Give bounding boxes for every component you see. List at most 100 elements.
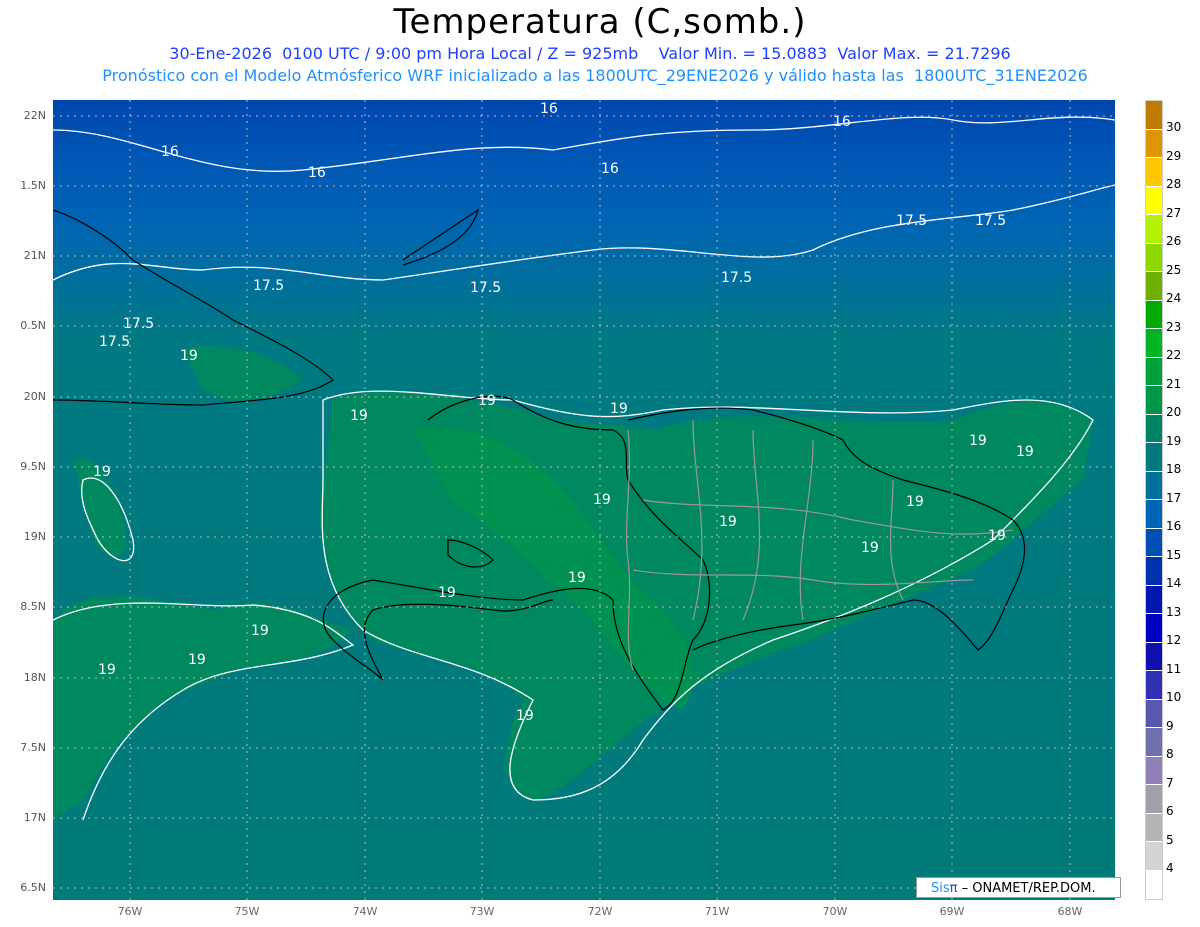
model-info: Pronóstico con el Modelo Atmósferico WRF… (102, 66, 1088, 85)
lon-label: 69W (939, 905, 965, 918)
color-scale-label: 28 (1166, 177, 1182, 191)
color-scale-label: 18 (1166, 462, 1182, 476)
credit-logo-sis: Sis (931, 881, 950, 896)
color-scale-box (1146, 186, 1162, 215)
contour-label: 19 (350, 408, 368, 424)
color-scale-box (1146, 129, 1162, 158)
contour-label: 17.5 (896, 213, 927, 229)
lat-label: 9.5N (20, 460, 46, 473)
color-scale-box (1146, 386, 1162, 415)
contour-label: 19 (969, 433, 987, 449)
color-scale-label: 9 (1166, 718, 1174, 733)
contour-label: 19 (593, 492, 611, 508)
contour-label: 19 (251, 623, 269, 639)
color-scale-box (1146, 557, 1162, 586)
color-scale-box (1146, 528, 1162, 557)
color-scale-box (1146, 500, 1162, 529)
temperature-map: 16 16 16 16 16 17.5 17.5 17.5 17.5 17.5 … (53, 100, 1115, 900)
contour-label: 19 (188, 652, 206, 668)
color-scale-label: 13 (1166, 604, 1182, 619)
color-scale-box (1146, 357, 1162, 386)
color-scale-box (1146, 728, 1162, 757)
color-scale-box (1146, 671, 1162, 700)
lat-label: 7.5N (20, 741, 46, 754)
contour-label: 17.5 (975, 213, 1006, 229)
contour-label: 19 (1016, 444, 1034, 460)
color-scale-label: 12 (1166, 633, 1182, 647)
color-scale-box (1146, 300, 1162, 329)
contour-label: 17.5 (470, 280, 501, 296)
color-scale-box (1146, 614, 1162, 643)
lat-label: 22N (23, 109, 46, 122)
lon-label: 71W (704, 905, 730, 918)
color-scale-label: 17 (1166, 490, 1182, 505)
color-scale-box (1146, 215, 1162, 244)
color-scale-label: 27 (1166, 205, 1182, 220)
contour-label: 16 (601, 161, 619, 177)
color-scale-label: 7 (1166, 775, 1174, 790)
color-scale-box (1146, 813, 1162, 842)
lat-label: 8.5N (20, 600, 46, 613)
lat-label: 17N (23, 811, 46, 824)
lon-label: 70W (822, 905, 848, 918)
contour-label: 19 (610, 401, 628, 417)
color-scale-label: 24 (1166, 291, 1182, 305)
color-scale-label: 21 (1166, 376, 1182, 391)
color-scale-box (1146, 101, 1162, 130)
lat-label: 1.5N (20, 179, 46, 192)
contour-label: 19 (988, 528, 1006, 544)
contour-label: 17.5 (99, 334, 130, 350)
lon-label: 74W (352, 905, 378, 918)
color-scale-box (1146, 699, 1162, 728)
color-scale-label: 14 (1166, 576, 1182, 590)
lat-label: 0.5N (20, 319, 46, 332)
contour-label: 19 (180, 348, 198, 364)
contour-label: 19 (719, 514, 737, 530)
color-scale-label: 10 (1166, 690, 1182, 704)
lat-label: 19N (23, 530, 46, 543)
color-scale-box (1146, 756, 1162, 785)
lon-label: 76W (117, 905, 143, 918)
lat-label: 18N (23, 671, 46, 684)
contour-label: 17.5 (123, 316, 154, 332)
color-scale-label: 20 (1166, 405, 1182, 419)
color-scale-label: 11 (1166, 661, 1182, 676)
contour-label: 19 (861, 540, 879, 556)
color-scale-label: 23 (1166, 319, 1182, 334)
lon-label: 72W (587, 905, 613, 918)
color-scale-box (1146, 870, 1162, 899)
credit-text: – ONAMET/REP.DOM. (957, 881, 1096, 896)
color-scale-label: 22 (1166, 348, 1182, 362)
map-title: Temperatura (C,somb.) (393, 2, 807, 42)
color-scale-box (1146, 585, 1162, 614)
color-scale-box (1146, 243, 1162, 272)
contour-label: 19 (98, 662, 116, 678)
contour-label: 16 (540, 101, 558, 117)
color-scale-label: 15 (1166, 547, 1182, 562)
contour-label: 19 (516, 708, 534, 724)
lat-label: 6.5N (20, 881, 46, 894)
contour-label: 16 (833, 114, 851, 130)
lat-label: 20N (23, 390, 46, 403)
color-scale-box (1146, 785, 1162, 814)
contour-label: 19 (568, 570, 586, 586)
color-scale-label: 30 (1166, 120, 1182, 134)
color-scale-label: 26 (1166, 234, 1182, 248)
lon-label: 75W (234, 905, 260, 918)
contour-label: 19 (478, 393, 496, 409)
color-scale-label: 29 (1166, 148, 1182, 163)
contour-label: 19 (93, 464, 111, 480)
contour-label: 19 (906, 494, 924, 510)
color-scale-box (1146, 158, 1162, 187)
color-scale-box (1146, 471, 1162, 500)
color-scale-label: 6 (1166, 804, 1174, 818)
lat-label: 21N (23, 249, 46, 262)
contour-label: 17.5 (721, 270, 752, 286)
color-scale-box (1146, 842, 1162, 871)
color-scale-box (1146, 329, 1162, 358)
color-scale-box (1146, 414, 1162, 443)
color-scale-box (1146, 272, 1162, 301)
forecast-info: 30-Ene-2026 0100 UTC / 9:00 pm Hora Loca… (169, 44, 1011, 63)
color-scale (1145, 100, 1163, 900)
color-scale-label: 5 (1166, 832, 1174, 847)
